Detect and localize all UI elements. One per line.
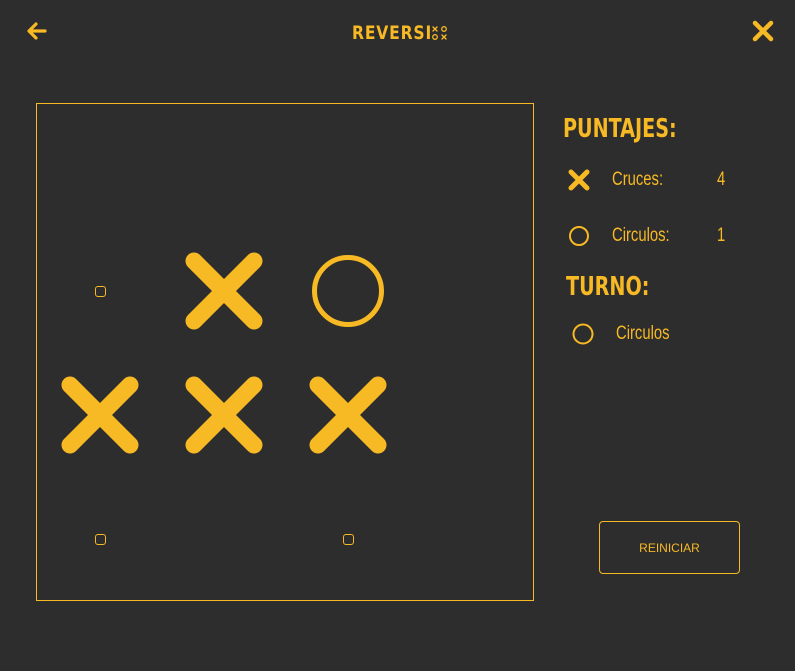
circles-label: Circulos: [612, 225, 670, 246]
cross-piece-icon [61, 376, 139, 454]
board-cell-2-3 [410, 353, 534, 477]
xo-logo-icon [431, 26, 447, 40]
valid-move-marker[interactable] [94, 533, 106, 545]
board-cell-1-2 [286, 229, 410, 353]
logo-text: REVERSI [352, 22, 433, 44]
board-cell-2-2 [286, 353, 410, 477]
reset-button[interactable]: REINICIAR [599, 521, 740, 574]
back-button[interactable] [24, 18, 50, 44]
board-cell-0-2 [286, 105, 410, 229]
crosses-label: Cruces: [612, 169, 664, 190]
circles-score-icon [567, 224, 591, 253]
valid-move-marker[interactable] [342, 533, 354, 545]
cross-piece-icon [309, 376, 387, 454]
board-cell-1-0[interactable] [38, 229, 162, 353]
crosses-score-icon [567, 168, 591, 197]
board-cell-3-1 [162, 477, 286, 601]
board-cell-0-3 [410, 105, 534, 229]
board-cell-2-0 [38, 353, 162, 477]
valid-move-marker[interactable] [94, 285, 106, 297]
turn-title: TURNO: [566, 272, 650, 302]
board-cell-2-1 [162, 353, 286, 477]
app-logo: REVERSI [352, 21, 448, 45]
cross-piece-icon [185, 376, 263, 454]
board-cell-0-0 [38, 105, 162, 229]
scores-title: PUNTAJES: [563, 114, 677, 144]
close-button[interactable] [751, 19, 775, 43]
cross-piece-icon [185, 252, 263, 330]
turn-circle-icon [571, 322, 595, 351]
close-x-icon [752, 20, 774, 42]
arrow-left-icon [27, 22, 47, 40]
circle-piece-icon [312, 255, 384, 327]
board-cell-3-2[interactable] [286, 477, 410, 601]
board-cell-0-1 [162, 105, 286, 229]
board-cell-3-3 [410, 477, 534, 601]
board-cell-3-0[interactable] [38, 477, 162, 601]
current-turn-player: Circulos [616, 323, 670, 344]
board-cell-1-3 [410, 229, 534, 353]
game-board [36, 103, 534, 601]
board-cell-1-1 [162, 229, 286, 353]
circles-score: 1 [717, 225, 726, 246]
crosses-score: 4 [717, 169, 726, 190]
